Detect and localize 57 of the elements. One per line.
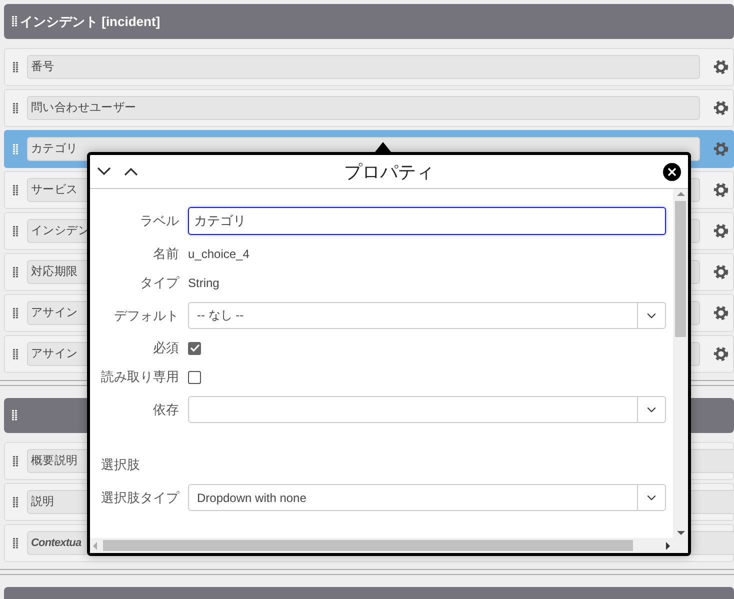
field-row[interactable]: 番号: [4, 48, 734, 86]
drag-handle-icon[interactable]: [13, 226, 18, 236]
drag-handle-icon[interactable]: [13, 456, 18, 466]
label-input[interactable]: カテゴリ: [188, 207, 666, 235]
scroll-up-icon[interactable]: [676, 192, 684, 196]
field-label: 読み取り専用: [100, 368, 179, 386]
field-row[interactable]: 問い合わせユーザー: [4, 89, 734, 127]
field-value: u_choice_4: [188, 247, 250, 261]
drag-handle-icon[interactable]: [13, 102, 18, 114]
gear-icon[interactable]: [713, 141, 729, 157]
field-value: String: [188, 276, 220, 290]
checkbox[interactable]: [188, 370, 201, 384]
drag-handle-icon[interactable]: [13, 348, 18, 360]
field-label: 依存: [152, 400, 179, 418]
gear-icon[interactable]: [713, 264, 729, 280]
field-label: 選択肢タイプ: [100, 488, 179, 506]
checkbox[interactable]: [188, 342, 201, 354]
chevron-down-icon[interactable]: [647, 312, 656, 318]
gear-icon[interactable]: [713, 305, 729, 321]
drag-handle-icon[interactable]: [13, 266, 18, 278]
scroll-thumb[interactable]: [103, 540, 633, 551]
drag-handle-icon[interactable]: [13, 538, 18, 548]
gear-icon[interactable]: [713, 346, 729, 362]
drag-handle-icon[interactable]: [13, 496, 18, 508]
section-heading: 選択肢: [100, 456, 141, 474]
chevron-up-icon[interactable]: [124, 167, 138, 176]
field-label[interactable]: 問い合わせユーザー: [27, 96, 700, 120]
scroll-thumb[interactable]: [675, 201, 686, 337]
scroll-down-icon[interactable]: [676, 531, 684, 535]
horizontal-scrollbar[interactable]: [90, 538, 673, 553]
close-icon[interactable]: [663, 162, 681, 180]
field-label: デフォルト: [113, 306, 179, 324]
field-label: 必須: [152, 339, 179, 357]
field-label: ラベル: [139, 212, 179, 230]
chevron-down-icon[interactable]: [647, 406, 656, 412]
gear-icon[interactable]: [713, 223, 729, 239]
scroll-right-icon[interactable]: [666, 542, 670, 550]
gear-icon[interactable]: [713, 59, 729, 75]
field-label: 名前: [152, 245, 179, 263]
vertical-scrollbar[interactable]: [673, 189, 688, 538]
gear-icon[interactable]: [713, 182, 729, 198]
section-title: インシデント [incident]: [20, 12, 160, 30]
chevron-down-icon[interactable]: [97, 167, 111, 176]
drag-handle-icon[interactable]: [13, 144, 18, 154]
field-label[interactable]: 番号: [27, 55, 700, 79]
check-icon: [190, 344, 200, 352]
drag-handle-icon[interactable]: [13, 62, 18, 72]
field-label: タイプ: [139, 274, 179, 292]
drag-handle-icon[interactable]: [13, 184, 18, 196]
drag-handle-icon[interactable]: [12, 16, 17, 27]
dropdown[interactable]: -- なし --: [188, 302, 666, 329]
drag-handle-icon[interactable]: [12, 410, 17, 421]
section-header[interactable]: インシデント [incident]: [4, 4, 734, 39]
drag-handle-icon[interactable]: [13, 308, 18, 318]
chevron-down-icon[interactable]: [647, 494, 656, 500]
gear-icon[interactable]: [713, 100, 729, 116]
dropdown[interactable]: Dropdown with none: [188, 484, 666, 511]
